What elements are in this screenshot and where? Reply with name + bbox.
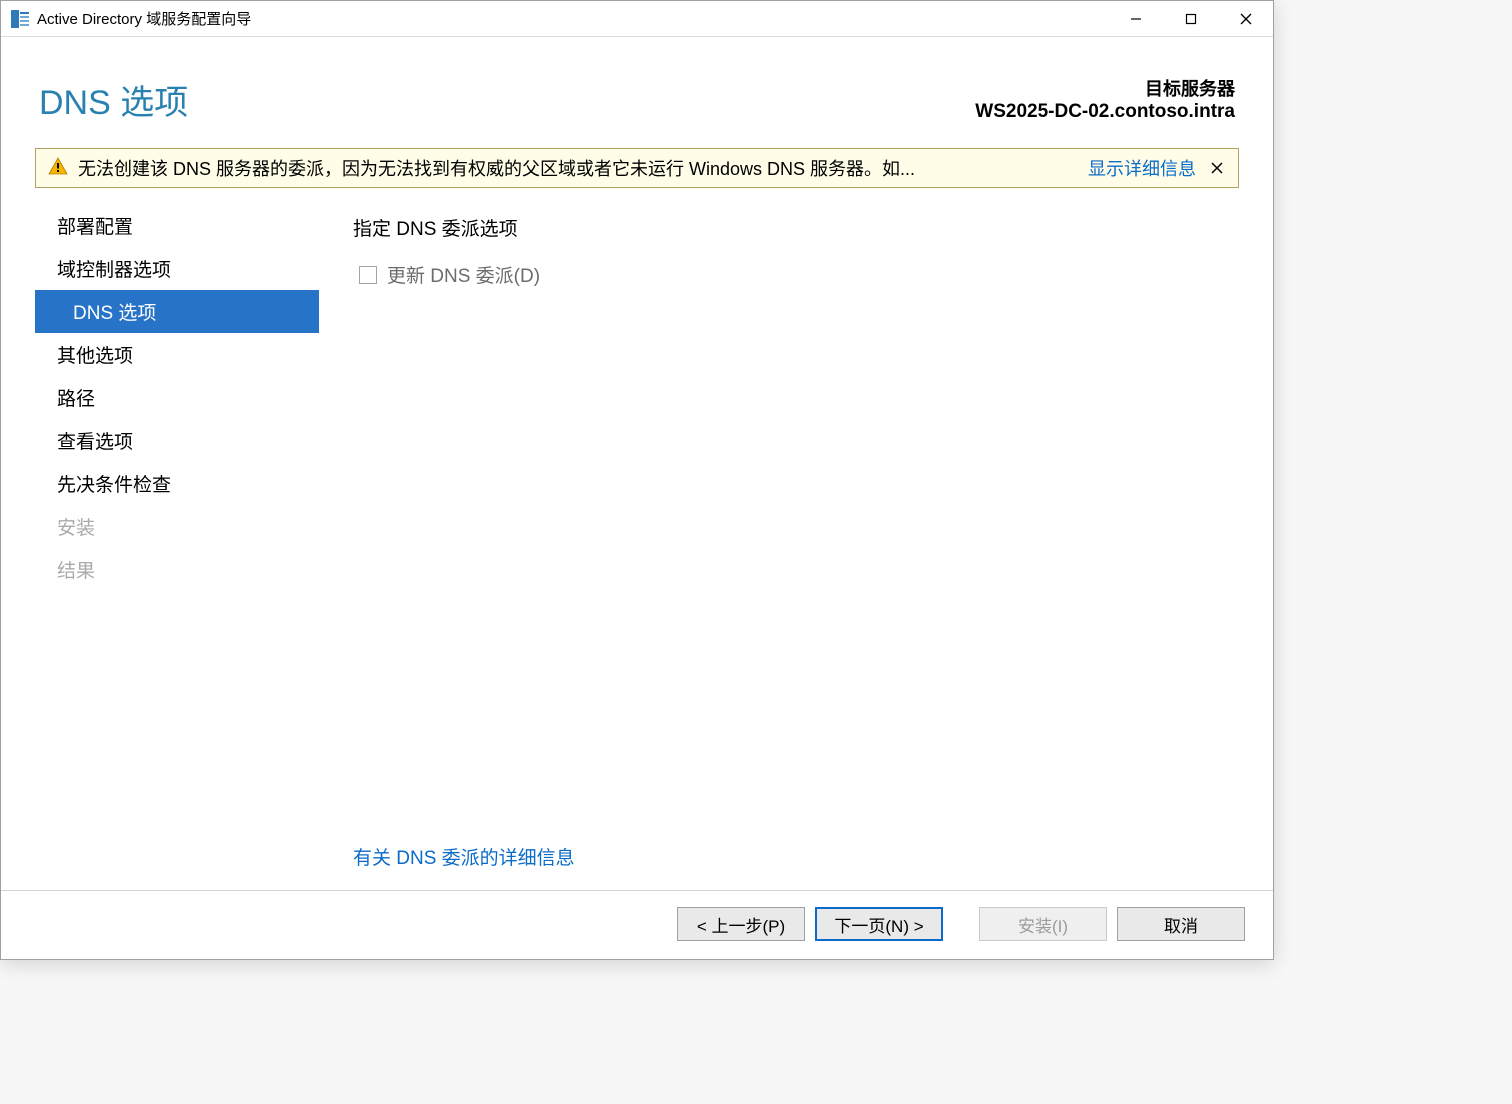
window-title: Active Directory 域服务配置向导: [37, 8, 1108, 29]
nav-column: 部署配置 域控制器选项 DNS 选项 其他选项 路径 查看选项 先决条件检查 安…: [35, 198, 319, 890]
header: DNS 选项 目标服务器 WS2025-DC-02.contoso.intra: [1, 37, 1273, 148]
close-button[interactable]: [1218, 1, 1273, 36]
section-label: 指定 DNS 委派选项: [353, 214, 1239, 241]
update-dns-delegation-row: 更新 DNS 委派(D): [359, 261, 1239, 288]
nav-item-additional-options[interactable]: 其他选项: [35, 333, 319, 376]
previous-button[interactable]: < 上一步(P): [677, 907, 805, 941]
target-server-value: WS2025-DC-02.contoso.intra: [975, 101, 1235, 123]
body: 部署配置 域控制器选项 DNS 选项 其他选项 路径 查看选项 先决条件检查 安…: [1, 198, 1273, 890]
next-button[interactable]: 下一页(N) >: [815, 907, 943, 941]
window-controls: [1108, 1, 1273, 36]
target-server-block: 目标服务器 WS2025-DC-02.contoso.intra: [975, 75, 1235, 123]
nav-item-dc-options[interactable]: 域控制器选项: [35, 247, 319, 290]
nav-item-dns-options[interactable]: DNS 选项: [35, 290, 319, 333]
spacer: [353, 288, 1239, 835]
warning-details-link[interactable]: 显示详细信息: [1088, 155, 1196, 181]
nav-item-paths[interactable]: 路径: [35, 376, 319, 419]
nav-item-prerequisites[interactable]: 先决条件检查: [35, 462, 319, 505]
nav-item-results: 结果: [35, 548, 319, 591]
install-button: 安装(I): [979, 907, 1107, 941]
wizard-window: Active Directory 域服务配置向导 DNS 选项 目标服务器 WS…: [0, 0, 1274, 960]
update-dns-delegation-checkbox[interactable]: [359, 266, 377, 284]
target-server-label: 目标服务器: [975, 75, 1235, 101]
nav-item-install: 安装: [35, 505, 319, 548]
warning-close-button[interactable]: [1206, 157, 1228, 179]
page-title: DNS 选项: [39, 75, 188, 124]
maximize-button[interactable]: [1163, 1, 1218, 36]
warning-banner: 无法创建该 DNS 服务器的委派，因为无法找到有权威的父区域或者它未运行 Win…: [35, 148, 1239, 188]
footer: < 上一步(P) 下一页(N) > 安装(I) 取消: [1, 890, 1273, 959]
close-icon: [1240, 13, 1252, 25]
content-column: 指定 DNS 委派选项 更新 DNS 委派(D) 有关 DNS 委派的详细信息: [319, 198, 1273, 890]
titlebar: Active Directory 域服务配置向导: [1, 1, 1273, 37]
app-icon: [11, 10, 29, 28]
warning-icon: [48, 156, 68, 181]
update-dns-delegation-label: 更新 DNS 委派(D): [387, 261, 540, 288]
close-icon: [1211, 162, 1223, 174]
minimize-button[interactable]: [1108, 1, 1163, 36]
nav-item-deployment-config[interactable]: 部署配置: [35, 204, 319, 247]
nav-item-review-options[interactable]: 查看选项: [35, 419, 319, 462]
warning-text: 无法创建该 DNS 服务器的委派，因为无法找到有权威的父区域或者它未运行 Win…: [78, 155, 1078, 181]
maximize-icon: [1185, 13, 1197, 25]
dns-delegation-more-link[interactable]: 有关 DNS 委派的详细信息: [353, 835, 1239, 870]
cancel-button[interactable]: 取消: [1117, 907, 1245, 941]
minimize-icon: [1130, 13, 1142, 25]
